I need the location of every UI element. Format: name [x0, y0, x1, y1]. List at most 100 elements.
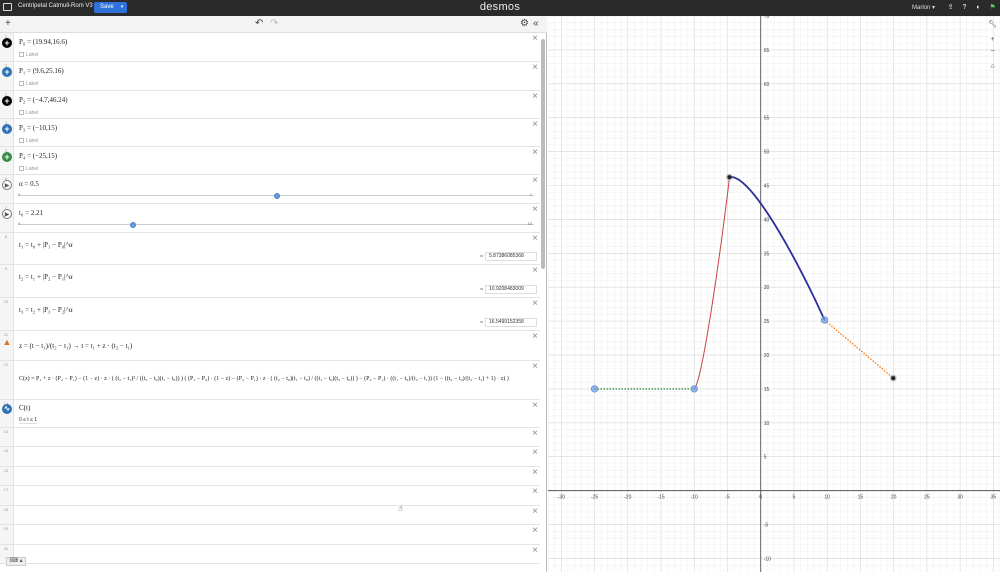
- label-checkbox[interactable]: Label: [19, 52, 38, 58]
- delete-icon[interactable]: ×: [532, 507, 538, 517]
- expression-row[interactable]: 4 + P₃ = (−10,15) Label ×: [0, 119, 540, 147]
- slider-max[interactable]: 10: [528, 221, 532, 226]
- parametric-domain[interactable]: 0 ≤ t ≤ 1: [19, 417, 37, 424]
- delete-icon[interactable]: ×: [532, 234, 538, 244]
- delete-icon[interactable]: ×: [532, 120, 538, 130]
- zoom-out-icon[interactable]: −: [987, 46, 998, 57]
- expression-math[interactable]: P₀ = (19.94,16.6): [19, 38, 67, 46]
- wrench-icon[interactable]: 🔧︎: [987, 19, 998, 30]
- add-expression-icon[interactable]: +: [5, 18, 11, 30]
- help-icon[interactable]: ?: [960, 3, 969, 12]
- settings-icon[interactable]: ⚙: [520, 18, 529, 30]
- flag-icon[interactable]: ⚑: [988, 3, 997, 12]
- delete-icon[interactable]: ×: [532, 546, 538, 556]
- expression-math[interactable]: P₁ = (9.6,25.16): [19, 67, 64, 75]
- expression-row[interactable]: 8 t₁ = t₀ + |P₁ − P₀|^α = 5.87386085368 …: [0, 233, 540, 265]
- user-menu[interactable]: Marlon ▾: [912, 4, 935, 11]
- delete-icon[interactable]: ×: [532, 205, 538, 215]
- empty-expression-row[interactable]: 17 ×: [0, 486, 540, 506]
- point-crosshair-icon[interactable]: +: [2, 152, 12, 162]
- expression-row[interactable]: 7 ▶ t₀ = 2.21 0 10 ×: [0, 204, 540, 233]
- expression-row[interactable]: 3 + P₂ = (−4.7,46.24) Label ×: [0, 91, 540, 119]
- delete-icon[interactable]: ×: [532, 266, 538, 276]
- delete-icon[interactable]: ×: [532, 148, 538, 158]
- delete-icon[interactable]: ×: [532, 176, 538, 186]
- delete-icon[interactable]: ×: [532, 362, 538, 372]
- delete-icon[interactable]: ×: [532, 299, 538, 309]
- redo-icon[interactable]: ↷: [270, 18, 278, 30]
- blue-curve-segment: [729, 176, 826, 321]
- expression-row[interactable]: 10 t₃ = t₂ + |P₃ − P₂|^α = 16.5499152358…: [0, 298, 540, 331]
- keyboard-toggle-icon[interactable]: ⌨ ▴: [6, 557, 26, 566]
- expression-math[interactable]: P₄ = (−25,15): [19, 152, 57, 160]
- play-icon[interactable]: ▶: [2, 209, 12, 219]
- expression-math[interactable]: t₀ = 2.21: [19, 209, 43, 217]
- zoom-in-icon[interactable]: +: [987, 34, 998, 45]
- empty-expression-row[interactable]: 14 ×: [0, 428, 540, 447]
- delete-icon[interactable]: ×: [532, 34, 538, 44]
- alpha-slider[interactable]: [19, 192, 534, 199]
- delete-icon[interactable]: ×: [532, 526, 538, 536]
- slider-knob[interactable]: [129, 221, 136, 228]
- delete-icon[interactable]: ×: [532, 429, 538, 439]
- graph-paper[interactable]: -30 -25 -20 -15 -10 -5 0 5 10 15 20 25 30 35 70 65 60 55 5…: [547, 14, 1000, 573]
- graph-canvas[interactable]: -30 -25 -20 -15 -10 -5 0 5 10 15 20 25 30 35706560555…: [547, 14, 1000, 573]
- point-crosshair-icon[interactable]: +: [2, 38, 12, 48]
- scrollbar[interactable]: [541, 39, 545, 269]
- delete-icon[interactable]: ×: [532, 448, 538, 458]
- expression-row[interactable]: 9 t₂ = t₁ + |P₂ − P₁|^α = 10.9208483009 …: [0, 265, 540, 298]
- delete-icon[interactable]: ×: [532, 487, 538, 497]
- delete-icon[interactable]: ×: [532, 92, 538, 102]
- share-icon[interactable]: ⇪: [946, 3, 955, 12]
- empty-expression-row[interactable]: 16 ×: [0, 467, 540, 486]
- slider-max[interactable]: 1: [530, 192, 532, 197]
- empty-expression-row[interactable]: 18 ×: [0, 506, 540, 525]
- delete-icon[interactable]: ×: [532, 401, 538, 411]
- slider-min[interactable]: 0: [18, 221, 20, 226]
- empty-expression-row[interactable]: 19 ×: [0, 525, 540, 545]
- delete-icon[interactable]: ×: [532, 332, 538, 342]
- label-checkbox[interactable]: Label: [19, 81, 38, 87]
- expression-math[interactable]: P₃ = (−10,15): [19, 124, 57, 132]
- delete-icon[interactable]: ×: [532, 63, 538, 73]
- graph-title[interactable]: Centripetal Catmull-Rom V3: [18, 3, 93, 9]
- expression-row[interactable]: 5 + P₄ = (−25,15) Label ×: [0, 147, 540, 175]
- collapse-list-icon[interactable]: «: [533, 18, 539, 30]
- empty-expression-row[interactable]: 20 ×: [0, 545, 540, 564]
- expression-math[interactable]: z = (t − t₁)/(t₂ − t₁) → t = t₁ + z · (t…: [19, 342, 132, 350]
- delete-icon[interactable]: ×: [532, 468, 538, 478]
- expression-math[interactable]: t₂ = t₁ + |P₂ − P₁|^α: [19, 273, 73, 281]
- y-tick-label: 20: [764, 353, 770, 359]
- slider-min[interactable]: 0: [18, 192, 20, 197]
- expression-math[interactable]: C(t): [19, 404, 30, 412]
- label-checkbox[interactable]: Label: [19, 138, 38, 144]
- save-button[interactable]: Save: [94, 2, 120, 13]
- parametric-curve-icon[interactable]: ∿: [2, 404, 12, 414]
- save-dropdown-icon[interactable]: ▾: [117, 2, 127, 13]
- warning-icon[interactable]: ▲: [2, 337, 12, 347]
- t0-slider[interactable]: [19, 221, 534, 228]
- point-crosshair-icon[interactable]: +: [2, 67, 12, 77]
- point-crosshair-icon[interactable]: +: [2, 96, 12, 106]
- expression-row[interactable]: 1 + P₀ = (19.94,16.6) Label ×: [0, 33, 540, 62]
- expression-math[interactable]: t₃ = t₂ + |P₃ − P₂|^α: [19, 306, 73, 314]
- expression-row[interactable]: 2 + P₁ = (9.6,25.16) Label ×: [0, 62, 540, 91]
- empty-expression-row[interactable]: 15 ×: [0, 447, 540, 467]
- expression-row[interactable]: 11 ▲ z = (t − t₁)/(t₂ − t₁) → t = t₁ + z…: [0, 331, 540, 361]
- language-icon[interactable]: ◐: [974, 3, 983, 12]
- expression-row[interactable]: 6 ▶ α = 0.5 0 1 ×: [0, 175, 540, 204]
- home-icon[interactable]: ⌂: [987, 61, 998, 72]
- expression-math[interactable]: α = 0.5: [19, 180, 39, 188]
- slider-knob[interactable]: [273, 192, 280, 199]
- expression-math[interactable]: t₁ = t₀ + |P₁ − P₀|^α: [19, 241, 73, 249]
- label-checkbox[interactable]: Label: [19, 110, 38, 116]
- play-icon[interactable]: ▶: [2, 180, 12, 190]
- undo-icon[interactable]: ↶: [255, 18, 263, 30]
- label-checkbox[interactable]: Label: [19, 166, 38, 172]
- expression-row[interactable]: 12 C(z) = P₁ + z · (P₂ − P₁) − (1 − z) ·…: [0, 361, 540, 400]
- expression-math[interactable]: P₂ = (−4.7,46.24): [19, 96, 68, 104]
- expression-math[interactable]: C(z) = P₁ + z · (P₂ − P₁) − (1 − z) · z …: [19, 376, 509, 382]
- expression-row[interactable]: 13 ∿ C(t) 0 ≤ t ≤ 1 ×: [0, 400, 540, 428]
- point-crosshair-icon[interactable]: +: [2, 124, 12, 134]
- menu-icon[interactable]: [3, 3, 12, 11]
